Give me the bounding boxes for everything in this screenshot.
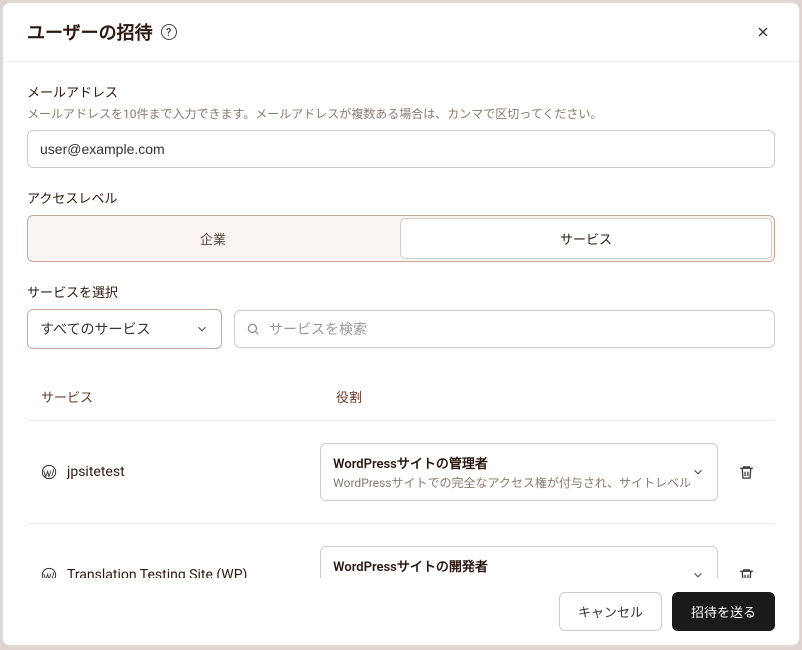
table-header: サービス 役割: [27, 369, 775, 420]
submit-button[interactable]: 招待を送る: [672, 592, 775, 631]
modal-body: メールアドレス メールアドレスを10件まで入力できます。メールアドレスが複数ある…: [3, 62, 799, 578]
help-icon[interactable]: ?: [161, 24, 177, 40]
service-select-row: すべてのサービス: [27, 309, 775, 349]
trash-icon: [738, 567, 755, 579]
service-filter-dropdown[interactable]: すべてのサービス: [27, 309, 222, 349]
col-header-service: サービス: [41, 387, 336, 406]
email-label: メールアドレス: [27, 82, 775, 101]
email-hint: メールアドレスを10件まで入力できます。メールアドレスが複数ある場合は、カンマで…: [27, 105, 775, 122]
email-input[interactable]: [27, 130, 775, 168]
service-search-wrap: [234, 309, 775, 349]
role-desc: WordPressサイトでの完全なアクセス権が付与され、サイトレベル: [333, 474, 691, 491]
access-level-section: アクセスレベル 企業 サービス: [27, 188, 775, 262]
col-header-role: 役割: [336, 387, 761, 406]
email-section: メールアドレス メールアドレスを10件まで入力できます。メールアドレスが複数ある…: [27, 82, 775, 168]
service-select-label: サービスを選択: [27, 282, 775, 301]
role-title: WordPressサイトの開発者: [333, 556, 691, 575]
service-name: jpsitetest: [67, 464, 125, 480]
cancel-button[interactable]: キャンセル: [559, 592, 662, 631]
role-text: WordPressサイトの管理者 WordPressサイトでの完全なアクセス権が…: [333, 453, 691, 491]
close-icon: [755, 24, 771, 40]
modal-footer: キャンセル 招待を送る: [3, 578, 799, 645]
modal-title: ユーザーの招待: [27, 19, 153, 45]
access-level-company[interactable]: 企業: [28, 216, 398, 261]
service-select-section: サービスを選択 すべてのサービス: [27, 282, 775, 349]
role-title: WordPressサイトの管理者: [333, 453, 691, 472]
delete-button[interactable]: [732, 458, 761, 487]
service-name: Translation Testing Site (WP): [67, 567, 247, 578]
service-row: Translation Testing Site (WP) WordPressサ…: [27, 524, 775, 578]
access-level-segmented: 企業 サービス: [27, 215, 775, 262]
chevron-down-icon: [691, 568, 705, 578]
wordpress-icon: [41, 567, 57, 578]
invite-users-modal: ユーザーの招待 ? メールアドレス メールアドレスを10件まで入力できます。メー…: [2, 2, 800, 646]
role-select[interactable]: WordPressサイトの開発者 ステージング環境は利用できますが、WordPr…: [320, 546, 718, 578]
access-level-service[interactable]: サービス: [400, 218, 772, 259]
access-level-label: アクセスレベル: [27, 188, 775, 207]
service-name-wrap: Translation Testing Site (WP): [41, 567, 320, 578]
wordpress-icon: [41, 464, 57, 480]
service-name-wrap: jpsitetest: [41, 464, 320, 480]
chevron-down-icon: [691, 465, 705, 479]
trash-icon: [738, 464, 755, 481]
service-filter-value: すべてのサービス: [40, 319, 150, 339]
search-icon: [246, 322, 260, 336]
role-text: WordPressサイトの開発者 ステージング環境は利用できますが、WordPr…: [333, 556, 691, 578]
role-select[interactable]: WordPressサイトの管理者 WordPressサイトでの完全なアクセス権が…: [320, 443, 718, 501]
close-button[interactable]: [751, 20, 775, 44]
chevron-down-icon: [195, 322, 209, 336]
service-row: jpsitetest WordPressサイトの管理者 WordPressサイト…: [27, 421, 775, 523]
modal-header: ユーザーの招待 ?: [3, 3, 799, 62]
modal-title-wrap: ユーザーの招待 ?: [27, 19, 177, 45]
service-search-input[interactable]: [234, 310, 775, 348]
delete-button[interactable]: [732, 561, 761, 579]
